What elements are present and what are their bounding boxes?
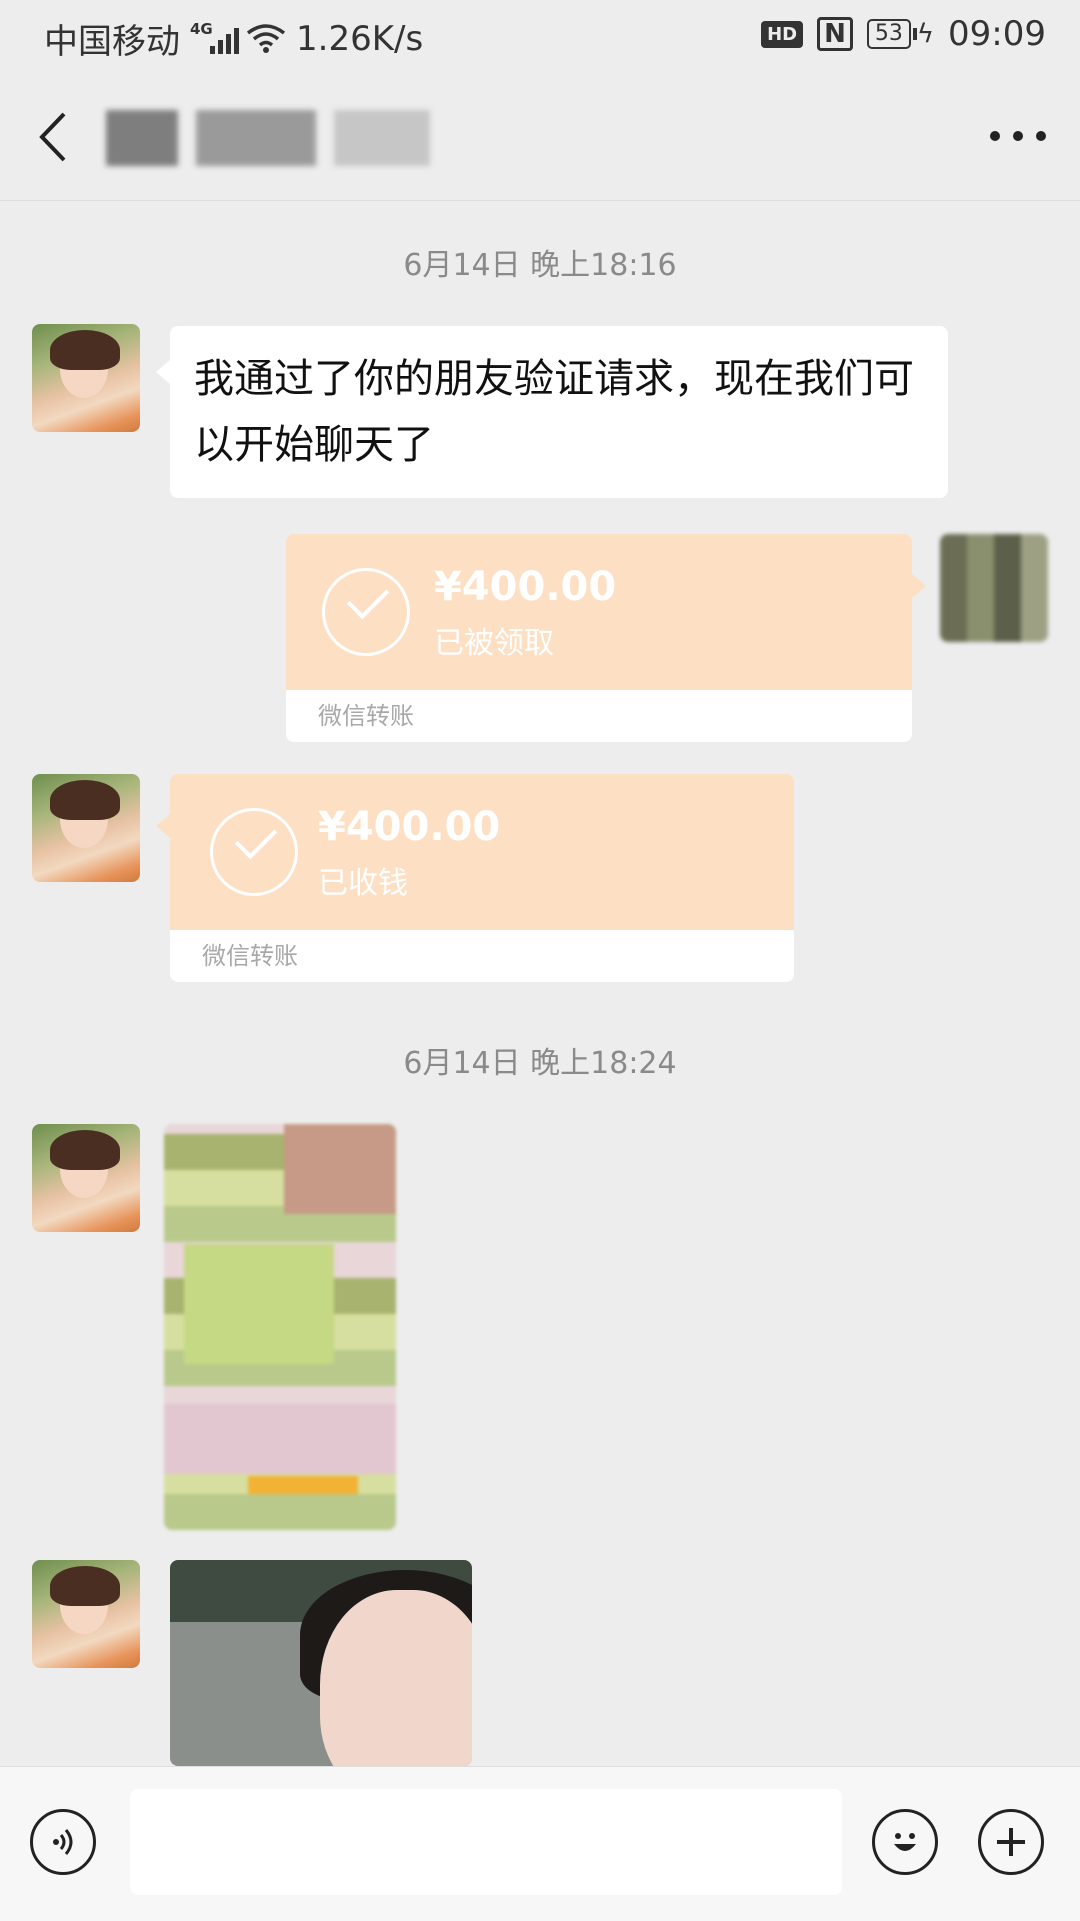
avatar[interactable] xyxy=(32,774,140,882)
battery-icon: 53 ϟ xyxy=(866,19,935,49)
avatar[interactable] xyxy=(32,1560,140,1668)
back-icon[interactable] xyxy=(34,110,74,164)
carrier-label: 中国移动 xyxy=(44,22,180,62)
wifi-icon xyxy=(246,23,286,53)
nfc-icon: N xyxy=(817,17,853,51)
clock: 09:09 xyxy=(948,14,1046,54)
image-message[interactable] xyxy=(170,1560,472,1766)
network-speed: 1.26K/s xyxy=(296,18,424,59)
check-icon xyxy=(322,568,410,656)
check-icon xyxy=(210,808,298,896)
message-bubble[interactable]: 我通过了你的朋友验证请求，现在我们可以开始聊天了 xyxy=(156,326,948,498)
transfer-status: 已被领取 xyxy=(434,626,554,661)
message-input[interactable] xyxy=(130,1789,842,1895)
transfer-footer: 微信转账 xyxy=(286,690,912,742)
input-bar xyxy=(0,1766,1080,1921)
status-right: HD N 53 ϟ 09:09 xyxy=(761,14,1046,54)
transfer-footer: 微信转账 xyxy=(170,930,794,982)
avatar[interactable] xyxy=(32,324,140,432)
status-left: 中国移动 4G 1.26K/s xyxy=(44,14,423,63)
more-icon[interactable] xyxy=(990,118,1046,154)
battery-level: 53 xyxy=(866,19,911,49)
chat-header xyxy=(0,74,1080,201)
transfer-card-sent[interactable]: ¥400.00 已被领取 微信转账 xyxy=(286,534,926,742)
voice-icon[interactable] xyxy=(30,1809,96,1875)
image-message[interactable] xyxy=(164,1124,396,1530)
avatar[interactable] xyxy=(32,1124,140,1232)
status-bar: 中国移动 4G 1.26K/s HD N 53 ϟ 09:09 xyxy=(0,0,1080,74)
charging-icon: ϟ xyxy=(916,19,935,49)
contact-name-redacted xyxy=(106,110,430,166)
transfer-amount: ¥400.00 xyxy=(434,564,617,610)
emoji-icon[interactable] xyxy=(872,1809,938,1875)
hd-icon: HD xyxy=(761,20,804,48)
timestamp: 6月14日 晚上18:16 xyxy=(403,248,677,283)
timestamp: 6月14日 晚上18:24 xyxy=(403,1046,677,1081)
plus-icon[interactable] xyxy=(978,1809,1044,1875)
transfer-card-received[interactable]: ¥400.00 已收钱 微信转账 xyxy=(156,774,794,982)
cellular-signal-icon: 4G xyxy=(190,20,239,56)
my-avatar[interactable] xyxy=(940,534,1048,642)
transfer-status: 已收钱 xyxy=(318,866,408,901)
transfer-amount: ¥400.00 xyxy=(318,804,501,850)
